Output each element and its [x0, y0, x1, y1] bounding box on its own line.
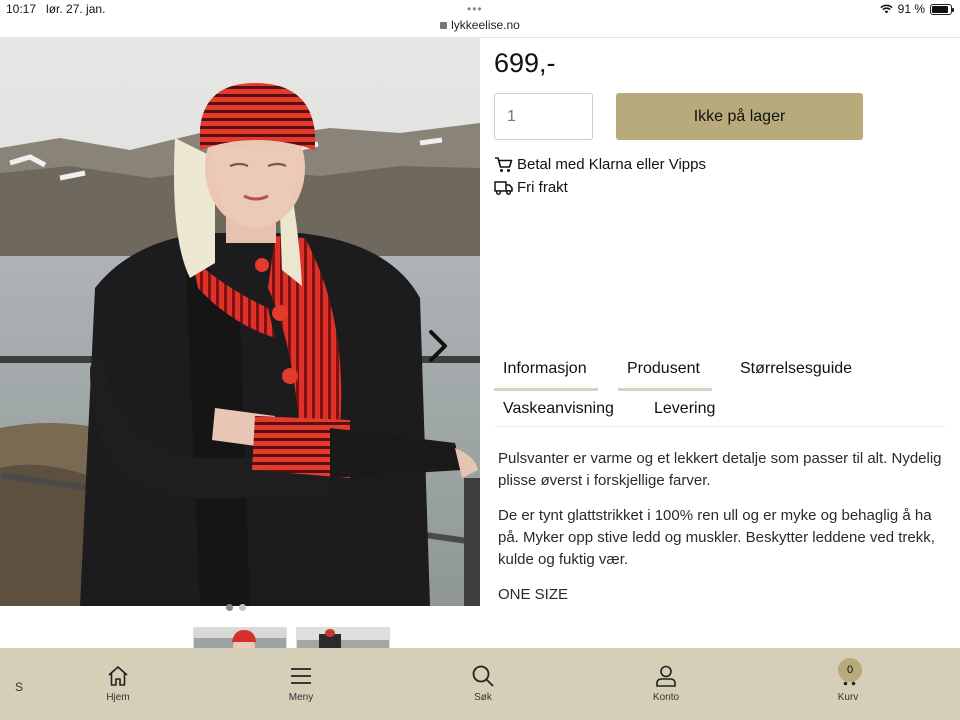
tab-levering[interactable]: Levering: [654, 400, 715, 418]
url-text: lykkeelise.no: [451, 18, 520, 32]
cart-count-badge: 0: [838, 658, 862, 682]
address-bar[interactable]: lykkeelise.no: [0, 18, 960, 32]
carousel-dot[interactable]: [239, 604, 246, 611]
quantity-input[interactable]: [494, 93, 593, 140]
menu-icon: [291, 668, 311, 684]
multitask-dots[interactable]: •••: [467, 2, 483, 16]
nav-home[interactable]: Hjem: [78, 664, 158, 703]
home-icon: [108, 666, 128, 686]
wifi-icon: [880, 4, 893, 14]
chevron-right-icon[interactable]: [422, 326, 454, 366]
perk-shipping: Fri frakt: [494, 179, 568, 196]
nav-account[interactable]: Konto: [626, 664, 706, 703]
tab-storrelsesguide[interactable]: Størrelsesguide: [740, 360, 852, 378]
tabs-divider: [494, 426, 946, 427]
tab-informasjon[interactable]: Informasjon: [503, 360, 587, 378]
carousel-dots: [226, 604, 246, 611]
product-price: 699,-: [494, 48, 556, 78]
nav-menu-label: Meny: [288, 692, 314, 703]
perk-shipping-label: Fri frakt: [517, 179, 568, 196]
product-description: Pulsvanter er varme og et lekkert detalj…: [498, 448, 946, 619]
nav-search-label: Søk: [474, 692, 492, 703]
nav-letter: S: [15, 680, 24, 694]
nav-search[interactable]: Søk: [443, 664, 523, 703]
perk-payment-label: Betal med Klarna eller Vipps: [517, 156, 706, 173]
tab-produsent[interactable]: Produsent: [627, 360, 700, 378]
status-time: 10:17 lør. 27. jan.: [6, 2, 106, 16]
description-paragraph: De er tynt glattstrikket i 100% ren ull …: [498, 507, 935, 568]
truck-icon: [494, 181, 513, 195]
user-icon: [656, 665, 676, 687]
description-paragraph: Pulsvanter er varme og et lekkert detalj…: [498, 450, 942, 489]
tab-underline: [494, 388, 598, 391]
thumbnail-2[interactable]: [296, 627, 390, 649]
perk-payment: Betal med Klarna eller Vipps: [494, 156, 706, 173]
battery-icon: [930, 3, 954, 15]
nav-account-label: Konto: [652, 692, 680, 703]
product-image[interactable]: [0, 38, 480, 606]
thumbnail-strip: [193, 627, 390, 649]
lock-icon: [440, 22, 448, 29]
thumbnail-1[interactable]: [193, 627, 287, 649]
status-bar: 10:17 lør. 27. jan. ••• lykkeelise.no 91…: [0, 0, 960, 38]
bottom-navigation: S Hjem Meny Søk Konto Kurv 0: [0, 648, 960, 720]
tab-underline: [618, 388, 712, 391]
status-date: lør. 27. jan.: [46, 2, 106, 16]
carousel-dot[interactable]: [226, 604, 233, 611]
nav-cart[interactable]: Kurv 0: [808, 658, 888, 703]
battery-percent: 91 %: [897, 2, 925, 16]
tab-vaskeanvisning[interactable]: Vaskeanvisning: [503, 400, 614, 418]
out-of-stock-button[interactable]: Ikke på lager: [616, 93, 863, 140]
cart-icon: [495, 157, 513, 172]
nav-menu[interactable]: Meny: [261, 664, 341, 703]
size-info: ONE SIZE: [498, 586, 569, 603]
nav-home-label: Hjem: [106, 692, 130, 703]
nav-cart-label: Kurv: [837, 692, 859, 703]
search-icon: [472, 665, 494, 687]
